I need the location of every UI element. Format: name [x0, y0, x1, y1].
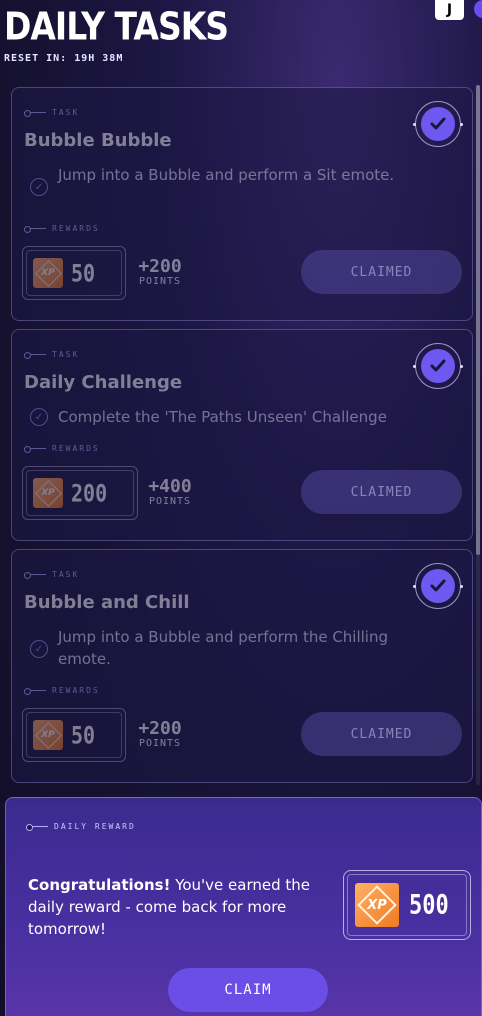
daily-reward-label: DAILY REWARD — [26, 822, 136, 831]
points-label: POINTS — [148, 496, 192, 507]
points-value: +200 — [138, 718, 182, 739]
xp-icon: XP — [33, 258, 63, 288]
label-line-icon — [26, 824, 48, 831]
task-card: TASK Daily Challenge ✓ Complete the 'The… — [11, 329, 473, 541]
claimed-button[interactable]: CLAIMED — [301, 712, 462, 756]
task-title: Bubble Bubble — [24, 130, 172, 151]
page-title: DAILY TASKS — [4, 4, 229, 49]
header: DAILY TASKS RESET IN: 19H 38M J — [0, 0, 482, 80]
xp-reward: XP 50 — [22, 708, 126, 762]
completed-check-icon — [413, 101, 463, 147]
rewards-section-label: REWARDS — [24, 686, 100, 695]
label-line-icon — [24, 110, 46, 117]
rewards-section-label: REWARDS — [24, 224, 100, 233]
task-title: Bubble and Chill — [24, 592, 190, 613]
completed-check-icon — [413, 343, 463, 389]
congrats-message: Congratulations! You've earned the daily… — [28, 876, 311, 938]
points-value: +400 — [148, 476, 192, 497]
xp-value: 50 — [71, 258, 96, 288]
scroll-thumb[interactable] — [476, 85, 480, 555]
task-section-label: TASK — [24, 108, 79, 117]
points-label: POINTS — [138, 738, 182, 749]
task-card: TASK Bubble and Chill ✓ Jump into a Bubb… — [11, 549, 473, 783]
completed-check-icon — [413, 563, 463, 609]
points-reward: +200 POINTS — [130, 720, 190, 750]
label-line-icon — [24, 352, 46, 359]
xp-icon: XP — [33, 720, 63, 750]
xp-reward: XP 50 — [22, 246, 126, 300]
rewards-section-label: REWARDS — [24, 444, 100, 453]
xp-reward: XP 200 — [22, 466, 138, 520]
points-value: +200 — [138, 256, 182, 277]
check-circle-icon: ✓ — [30, 408, 48, 426]
task-description: Complete the 'The Paths Unseen' Challeng… — [58, 408, 387, 426]
points-label: POINTS — [138, 276, 182, 287]
task-section-label: TASK — [24, 350, 79, 359]
claimed-button[interactable]: CLAIMED — [301, 470, 462, 514]
check-circle-icon: ✓ — [30, 640, 48, 658]
label-line-icon — [24, 446, 46, 453]
xp-value: 500 — [409, 890, 449, 920]
xp-value: 50 — [71, 720, 96, 750]
claimed-button[interactable]: CLAIMED — [301, 250, 462, 294]
task-title: Daily Challenge — [24, 372, 183, 393]
label-line-icon — [24, 572, 46, 579]
xp-value: 200 — [71, 478, 108, 508]
reset-timer: RESET IN: 19H 38M — [4, 53, 124, 64]
profile-badge-icon[interactable] — [474, 0, 482, 18]
task-description: Jump into a Bubble and perform a Sit emo… — [58, 166, 395, 184]
daily-reward-inner: DAILY REWARD Congratulations! You've ear… — [10, 804, 481, 1016]
avatar[interactable]: J — [435, 0, 464, 20]
task-description: Jump into a Bubble and perform the Chill… — [58, 628, 389, 668]
xp-icon: XP — [355, 883, 399, 927]
scrollbar[interactable] — [476, 85, 480, 785]
daily-reward-panel: DAILY REWARD Congratulations! You've ear… — [5, 797, 482, 1016]
task-section-label: TASK — [24, 570, 79, 579]
check-circle-icon: ✓ — [30, 178, 48, 196]
xp-icon: XP — [33, 478, 63, 508]
label-line-icon — [24, 688, 46, 695]
label-line-icon — [24, 226, 46, 233]
task-card: TASK Bubble Bubble ✓ Jump into a Bubble … — [11, 87, 473, 321]
daily-xp-reward: XP 500 — [343, 870, 471, 940]
points-reward: +200 POINTS — [130, 258, 190, 288]
points-reward: +400 POINTS — [140, 478, 200, 508]
claim-button[interactable]: CLAIM — [168, 968, 328, 1012]
